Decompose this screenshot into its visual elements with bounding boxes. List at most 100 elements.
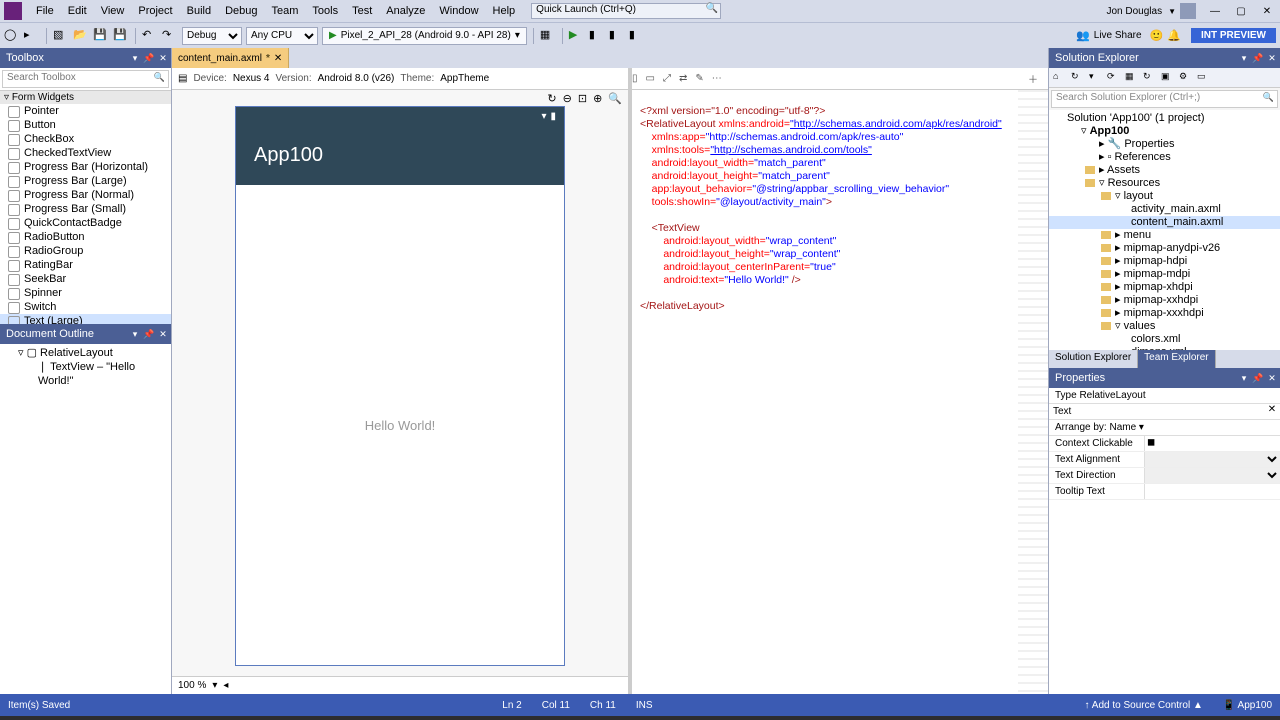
tree-node[interactable]: ▸ mipmap-xxhdpi [1049,294,1280,307]
new-project-icon[interactable]: ▧ [53,28,69,44]
toolbox-item[interactable]: Progress Bar (Normal) [0,188,171,202]
xml-source-editor[interactable]: <?xml version="1.0" encoding="utf-8"?> <… [632,90,1048,694]
close-icon[interactable]: ✕ [157,52,169,64]
tree-node[interactable]: ▸ ▫ References [1049,151,1280,164]
close-button[interactable]: ✕ [1254,2,1280,20]
status-project[interactable]: 📱 App100 [1223,700,1272,711]
menu-build[interactable]: Build [181,3,217,19]
tree-file[interactable]: content_main.axml [1049,216,1280,229]
user-dropdown-icon[interactable]: ▼ [1168,7,1176,16]
nav-backward-icon[interactable]: ◯ [4,28,20,44]
layers-icon[interactable]: ▤ [178,73,187,84]
clear-filter-icon[interactable]: ✕ [1264,404,1280,419]
document-tab[interactable]: content_main.axml * ✕ [172,48,289,68]
live-share-icon[interactable]: 👥 [1076,29,1090,42]
prop-val[interactable] [1145,468,1280,483]
toolbox-group-form-widgets[interactable]: ▿ Form Widgets [0,90,171,104]
edit-icon[interactable]: ✎ [695,73,703,84]
menu-team[interactable]: Team [266,3,305,19]
dropdown-icon[interactable]: ▾ [129,52,141,64]
menu-analyze[interactable]: Analyze [380,3,431,19]
menu-project[interactable]: Project [132,3,178,19]
redo-icon[interactable]: ↷ [162,28,178,44]
nav-forward-icon[interactable]: ▸ [24,28,40,44]
menu-debug[interactable]: Debug [219,3,263,19]
toolbox-item[interactable]: Text (Large) [0,314,171,324]
step-over-icon[interactable]: ▮ [609,28,625,44]
home-icon[interactable]: ⌂ [1053,71,1067,85]
tree-node[interactable]: ▸ mipmap-anydpi-v26 [1049,242,1280,255]
outline-node-root[interactable]: ▿ ▢ RelativeLayout [2,346,169,360]
pin-icon[interactable]: 📌 [143,328,155,340]
tree-node[interactable]: ▸ 🔧 Properties [1049,138,1280,151]
more-icon[interactable]: ⋯ [712,73,722,84]
zoom-fit-icon[interactable]: ⊡ [578,92,587,105]
refresh-icon[interactable]: ↻ [547,92,556,105]
quick-launch-input[interactable]: Quick Launch (Ctrl+Q) [531,3,721,19]
hello-text[interactable]: Hello World! [365,418,436,433]
close-icon[interactable]: ✕ [1266,52,1278,64]
tree-file[interactable]: dimens.xml [1049,346,1280,350]
tree-node[interactable]: ▿ layout [1049,190,1280,203]
toolbox-item[interactable]: RadioGroup [0,244,171,258]
toolbox-item[interactable]: RatingBar [0,258,171,272]
solution-search-input[interactable]: Search Solution Explorer (Ctrl+;) [1051,90,1278,108]
toolbox-item[interactable]: Switch [0,300,171,314]
toolbox-item[interactable]: Progress Bar (Horizontal) [0,160,171,174]
toolbox-item[interactable]: Pointer [0,104,171,118]
debug-target-button[interactable]: ▶ Pixel_2_API_28 (Android 9.0 - API 28) … [322,27,527,45]
device-selector[interactable]: Nexus 4 [233,73,270,84]
tree-node[interactable]: ▿ values [1049,320,1280,333]
phone-content-area[interactable]: Hello World! [236,185,564,665]
sync-icon[interactable]: ⟳ [1107,71,1121,85]
start-icon[interactable]: ▶ [569,28,585,44]
split-v-icon[interactable]: ▯ [632,73,638,84]
menu-file[interactable]: File [30,3,60,19]
theme-selector[interactable]: AppTheme [440,73,489,84]
live-share-button[interactable]: Live Share [1094,30,1142,41]
properties-arrange[interactable]: Arrange by: Name ▾ [1049,420,1280,436]
scroll-left-icon[interactable]: ◂ [223,680,228,691]
pin-icon[interactable]: 📌 [1252,372,1264,384]
expand-icon[interactable]: ⤢ [663,73,671,84]
menu-window[interactable]: Window [433,3,484,19]
undo-icon[interactable]: ↶ [142,28,158,44]
minimap[interactable] [1018,90,1048,694]
version-selector[interactable]: Android 8.0 (v26) [318,73,395,84]
preview-icon[interactable]: ▭ [1197,71,1211,85]
dropdown-icon[interactable]: ▾ [1238,372,1250,384]
minimize-button[interactable]: — [1202,2,1228,20]
tab-team-explorer[interactable]: Team Explorer [1138,350,1215,368]
tree-node[interactable]: ▸ menu [1049,229,1280,242]
add-source-control-button[interactable]: ↑ Add to Source Control ▲ [1085,700,1203,711]
toolbox-item[interactable]: CheckedTextView [0,146,171,160]
dropdown-icon[interactable]: ▾ [1238,52,1250,64]
save-all-icon[interactable]: 💾 [113,28,129,44]
toolbox-item[interactable]: Spinner [0,286,171,300]
designer-surface[interactable]: ↻ ⊖ ⊡ ⊕ 🔍 ▾ ▮ App100 [172,90,628,676]
pin-icon[interactable]: 📌 [143,52,155,64]
outline-node-child[interactable]: ❘ TextView – "Hello World!" [2,360,169,374]
open-file-icon[interactable]: 📂 [73,28,89,44]
tree-node[interactable]: ▸ mipmap-hdpi [1049,255,1280,268]
tree-solution[interactable]: Solution 'App100' (1 project) [1049,112,1280,125]
prop-val[interactable] [1145,436,1280,449]
maximize-button[interactable]: ▢ [1228,2,1254,20]
step-out-icon[interactable]: ▮ [629,28,645,44]
menu-test[interactable]: Test [346,3,378,19]
prop-val[interactable] [1145,452,1280,467]
feedback-icon[interactable]: 🙂 [1150,29,1164,42]
menu-tools[interactable]: Tools [306,3,344,19]
tree-node[interactable]: ▸ Assets [1049,164,1280,177]
toolbox-item[interactable]: SeekBar [0,272,171,286]
menu-edit[interactable]: Edit [62,3,93,19]
toolbox-item[interactable]: Progress Bar (Small) [0,202,171,216]
tree-node[interactable]: ▿ Resources [1049,177,1280,190]
search-icon[interactable]: 🔍 [608,92,622,105]
zoom-out-icon[interactable]: ⊖ [563,92,572,105]
pin-icon[interactable]: 📌 [1252,52,1264,64]
history-icon[interactable]: ↻ [1071,71,1085,85]
toolbox-item[interactable]: CheckBox [0,132,171,146]
config-selector[interactable]: Debug [182,27,242,45]
dropdown-icon[interactable]: ▾ [129,328,141,340]
